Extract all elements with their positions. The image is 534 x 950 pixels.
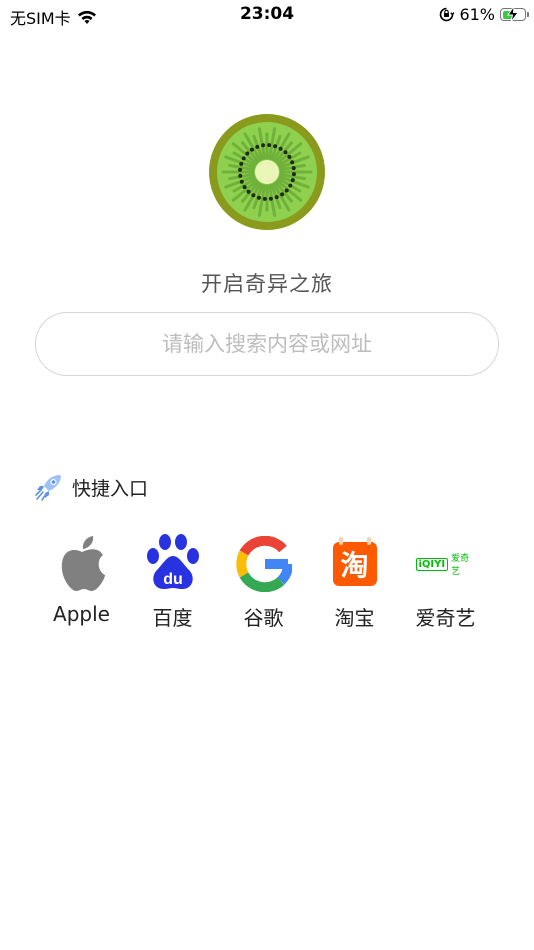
kiwi-seed <box>273 144 278 149</box>
baidu-icon: du <box>143 534 203 594</box>
tagline: 开启奇异之旅 <box>201 272 333 296</box>
kiwi-seed <box>246 189 251 194</box>
kiwi-seed <box>280 192 285 197</box>
search-box[interactable] <box>35 312 499 376</box>
kiwi-seed <box>284 188 289 193</box>
kiwi-seed <box>239 179 244 184</box>
kiwi-seed <box>283 150 288 155</box>
shortcut-label: 谷歌 <box>243 606 284 630</box>
taobao-logo-text: 淘 <box>332 537 377 586</box>
apple-icon <box>52 534 112 594</box>
kiwi-seed <box>249 147 254 152</box>
kiwi-seed <box>278 146 283 151</box>
google-icon <box>234 534 294 594</box>
iqiyi-logo-subtext: 爱奇艺 <box>451 554 470 577</box>
kiwi-seed <box>238 167 243 172</box>
rocket-icon <box>35 475 61 501</box>
kiwi-seed <box>290 160 295 165</box>
status-bar: 无SIM卡 23:04 61% <box>0 0 534 30</box>
kiwi-seed <box>245 151 250 156</box>
shortcut-taobao[interactable]: 淘 淘宝 <box>309 534 400 631</box>
kiwi-seed <box>242 185 247 190</box>
baidu-logo-text: du <box>163 571 183 588</box>
shortcut-baidu[interactable]: du 百度 <box>127 534 218 631</box>
kiwi-seed <box>262 196 267 201</box>
kiwi-seed <box>287 154 292 159</box>
shortcut-apple[interactable]: Apple <box>36 534 127 631</box>
iqiyi-logo-text: iQIYI <box>415 557 449 571</box>
shortcut-label: 爱奇艺 <box>415 606 476 630</box>
kiwi-seed <box>239 161 244 166</box>
kiwi-seed <box>241 156 246 161</box>
status-right: 61% <box>439 5 529 24</box>
shortcut-label: Apple <box>53 602 110 626</box>
charging-bolt-icon <box>507 6 519 22</box>
kiwi-seed <box>251 193 256 198</box>
battery-percent: 61% <box>459 5 495 24</box>
kiwi-seed <box>268 196 273 201</box>
iqiyi-icon: iQIYI 爱奇艺 <box>415 534 476 594</box>
shortcut-google[interactable]: 谷歌 <box>218 534 309 631</box>
iqiyi-logo: iQIYI 爱奇艺 <box>415 551 476 577</box>
quick-links-header: 快捷入口 <box>34 472 148 502</box>
battery-charging-icon <box>500 6 529 22</box>
kiwi-logo <box>209 114 325 230</box>
kiwi-seed <box>288 183 293 188</box>
shortcut-list: Apple du 百度 谷歌 淘 淘宝 iQIYI 爱奇艺 爱奇艺 <box>36 534 498 631</box>
orientation-lock-icon <box>440 7 455 22</box>
shortcut-label: 百度 <box>152 606 193 630</box>
search-input[interactable] <box>36 313 498 375</box>
kiwi-seed <box>291 166 296 171</box>
kiwi-seed <box>291 172 296 177</box>
kiwi-seed <box>238 173 243 178</box>
kiwi-seed <box>261 143 266 148</box>
kiwi-seed <box>274 195 279 200</box>
shortcut-iqiyi[interactable]: iQIYI 爱奇艺 爱奇艺 <box>400 534 491 631</box>
kiwi-seed <box>256 195 261 200</box>
kiwi-seed <box>267 143 272 148</box>
quick-links-title: 快捷入口 <box>72 477 149 500</box>
taobao-icon: 淘 <box>325 534 385 594</box>
kiwi-seed <box>290 178 295 183</box>
kiwi-seed <box>255 144 260 149</box>
shortcut-label: 淘宝 <box>334 606 375 630</box>
